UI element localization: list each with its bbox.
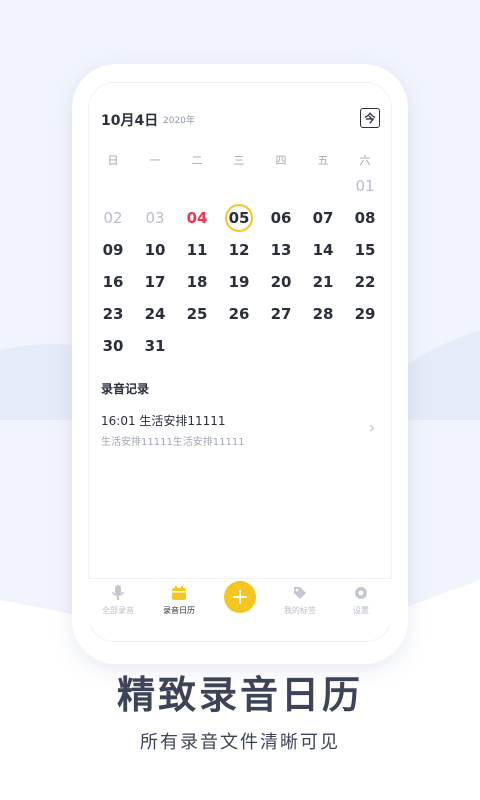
date-title: 10月4日: [101, 113, 159, 129]
calendar-day[interactable]: 01: [344, 170, 386, 202]
calendar-week-row: 23 24 25 26 27 28 29: [92, 298, 386, 330]
calendar-empty-cell: [260, 170, 302, 202]
calendar-day[interactable]: 30: [92, 330, 134, 362]
calendar-empty-cell: [218, 330, 260, 362]
plus-icon: +: [230, 584, 250, 610]
tab-bar: 全部录音 录音日历 + 我的标签 设置: [88, 578, 392, 627]
calendar-day[interactable]: 26: [218, 298, 260, 330]
tab-label: 我的标签: [284, 606, 316, 615]
calendar-empty-cell: [302, 330, 344, 362]
calendar-day[interactable]: 17: [134, 266, 176, 298]
chevron-right-icon: ›: [368, 418, 375, 437]
tab-my-tags[interactable]: 我的标签: [270, 583, 330, 616]
calendar-empty-cell: [344, 330, 386, 362]
weekday-label: 五: [317, 154, 329, 167]
tab-label: 全部录音: [102, 606, 134, 615]
calendar-day[interactable]: 28: [302, 298, 344, 330]
weekday-header: 日 一 二 三 四 五 六: [92, 152, 386, 168]
calendar-day[interactable]: 29: [344, 298, 386, 330]
calendar-day[interactable]: 05: [218, 202, 260, 234]
calendar-empty-cell: [302, 170, 344, 202]
calendar-empty-cell: [260, 330, 302, 362]
calendar-day[interactable]: 15: [344, 234, 386, 266]
weekday-label: 四: [275, 154, 287, 167]
calendar-grid: 01 02 03 04 05 06 07 08 09 10 11 12 13 14 15 16 17 18 19 20…: [92, 170, 386, 362]
weekday-label: 日: [107, 154, 119, 167]
record-subtitle: 生活安排11111生活安排11111: [101, 437, 245, 448]
tab-label: 录音日历: [163, 606, 195, 615]
record-title: 16:01 生活安排11111: [101, 414, 226, 428]
calendar-empty-cell: [218, 170, 260, 202]
calendar-empty-cell: [176, 170, 218, 202]
calendar-empty-cell: [92, 170, 134, 202]
calendar-day[interactable]: 08: [344, 202, 386, 234]
calendar-day[interactable]: 11: [176, 234, 218, 266]
calendar-week-row: 09 10 11 12 13 14 15: [92, 234, 386, 266]
promo-headline: 精致录音日历: [116, 673, 363, 717]
tab-all-recordings[interactable]: 全部录音: [88, 583, 148, 616]
weekday-label: 六: [359, 154, 371, 167]
weekday-label: 一: [149, 154, 161, 167]
calendar-day[interactable]: 19: [218, 266, 260, 298]
calendar-day[interactable]: 21: [302, 266, 344, 298]
app-screen: 10月4日 2020年 今 日 一 二 三 四 五 六 01 02 03 04 05 06…: [88, 82, 392, 642]
calendar-day[interactable]: 13: [260, 234, 302, 266]
calendar-day[interactable]: 06: [260, 202, 302, 234]
mic-icon: [112, 585, 124, 600]
calendar-day[interactable]: 12: [218, 234, 260, 266]
weekday-label: 三: [233, 154, 245, 167]
calendar-day[interactable]: 07: [302, 202, 344, 234]
record-item[interactable]: 16:01 生活安排11111 生活安排11111生活安排11111 ›: [101, 412, 381, 448]
records-title: 录音记录: [101, 382, 150, 396]
calendar-day[interactable]: 03: [134, 202, 176, 234]
weekday-label: 二: [191, 154, 203, 167]
tab-calendar[interactable]: 录音日历: [149, 583, 209, 616]
calendar-day[interactable]: 22: [344, 266, 386, 298]
add-recording-button[interactable]: +: [224, 581, 256, 613]
calendar-day[interactable]: 14: [302, 234, 344, 266]
calendar-header: 10月4日 2020年 今: [101, 108, 380, 134]
today-button[interactable]: 今: [360, 108, 380, 128]
calendar-empty-cell: [134, 170, 176, 202]
calendar-week-row: 30 31: [92, 330, 386, 362]
tab-label: 设置: [353, 606, 369, 615]
calendar-day[interactable]: 20: [260, 266, 302, 298]
calendar-week-row: 02 03 04 05 06 07 08: [92, 202, 386, 234]
calendar-icon: [172, 586, 186, 600]
promo-subline: 所有录音文件清晰可见: [140, 732, 340, 753]
calendar-week-row: 01: [92, 170, 386, 202]
calendar-day[interactable]: 02: [92, 202, 134, 234]
calendar-day[interactable]: 18: [176, 266, 218, 298]
calendar-day[interactable]: 04: [176, 202, 218, 234]
calendar-empty-cell: [176, 330, 218, 362]
calendar-day[interactable]: 24: [134, 298, 176, 330]
calendar-day[interactable]: 23: [92, 298, 134, 330]
calendar-day[interactable]: 10: [134, 234, 176, 266]
year-label: 2020年: [163, 116, 195, 126]
gear-icon: [355, 587, 367, 599]
calendar-day[interactable]: 31: [134, 330, 176, 362]
tag-icon: [294, 587, 306, 599]
calendar-day[interactable]: 16: [92, 266, 134, 298]
calendar-day[interactable]: 09: [92, 234, 134, 266]
calendar-week-row: 16 17 18 19 20 21 22: [92, 266, 386, 298]
tab-settings[interactable]: 设置: [331, 583, 391, 616]
calendar-day[interactable]: 25: [176, 298, 218, 330]
calendar-day[interactable]: 27: [260, 298, 302, 330]
